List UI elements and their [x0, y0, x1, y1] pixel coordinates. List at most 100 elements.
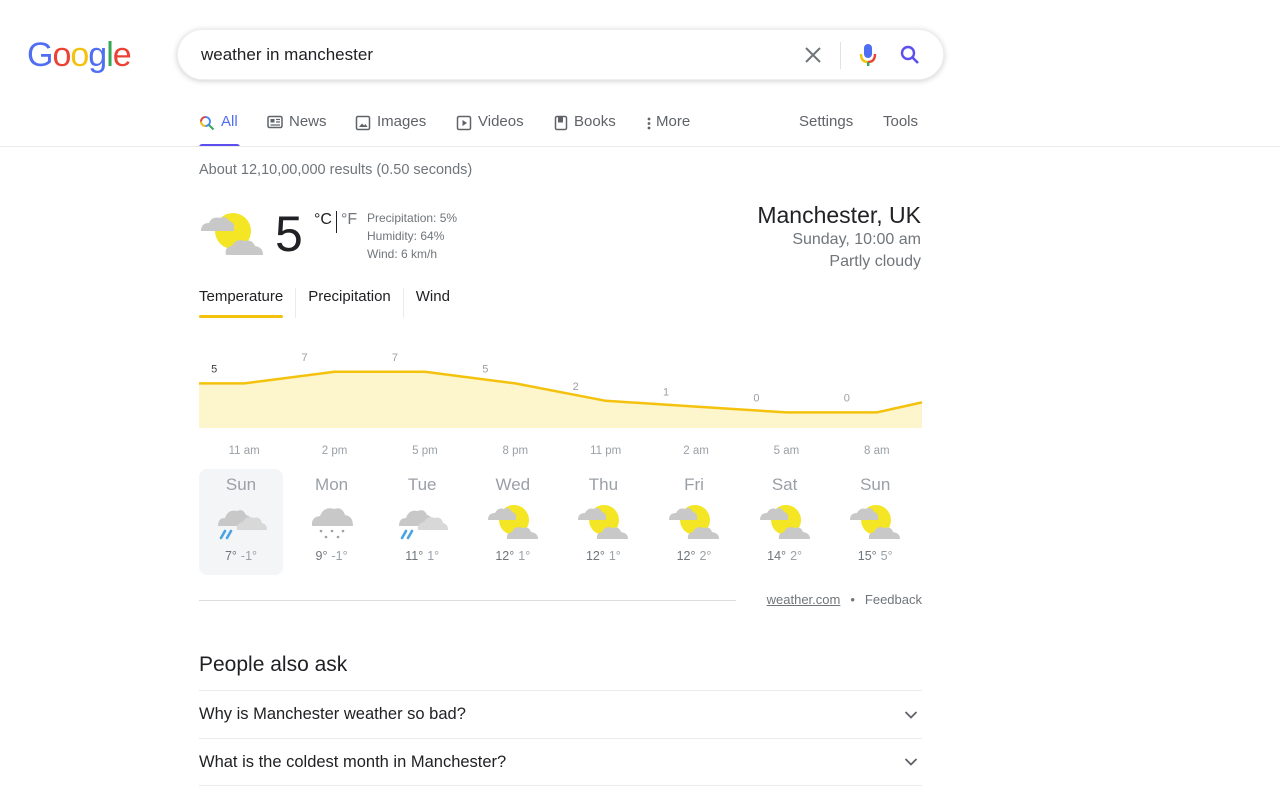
search-icon: [900, 45, 919, 64]
high-temp: 15°: [857, 549, 877, 563]
chart-x-tick-label: 11 pm: [590, 445, 621, 457]
voice-search-button[interactable]: [854, 41, 882, 69]
location-title: Manchester, UK: [757, 202, 921, 228]
more-vertical-icon: [647, 117, 651, 130]
image-icon: [355, 115, 371, 131]
day-temps: 7° -1°: [199, 549, 283, 563]
settings-link[interactable]: Settings: [799, 113, 853, 130]
celsius-toggle[interactable]: °C: [314, 211, 332, 229]
day-forecast-tue[interactable]: Tue 11° 1°: [380, 469, 464, 575]
day-name: Sat: [771, 475, 798, 494]
day-temps: 11° 1°: [380, 549, 464, 563]
tab-videos[interactable]: Videos: [456, 110, 524, 147]
question-text: What is the coldest month in Manchester?: [199, 752, 507, 771]
search-tabs: All News Images Videos Books More Settin…: [199, 110, 921, 147]
google-logo[interactable]: Google: [27, 36, 132, 75]
result-stats: About 12,10,00,000 results (0.50 seconds…: [199, 162, 473, 178]
day-name: Tue: [407, 475, 437, 494]
weather-datetime: Sunday, 10:00 am: [792, 231, 921, 248]
partly-cloudy-icon: [833, 499, 917, 543]
low-temp: 1°: [608, 549, 621, 563]
search-input[interactable]: [201, 44, 761, 66]
logo-letter: o: [52, 36, 71, 74]
rain-icon: [380, 499, 464, 543]
weather-tabs: Temperature Precipitation Wind: [199, 288, 462, 318]
fahrenheit-toggle[interactable]: °F: [341, 211, 357, 229]
temperature-chart[interactable]: 5 11 am 7 2 pm 7 5 pm 5 8 pm 2 11 pm 1 2 am 0 5 am 0 8 …: [199, 352, 923, 460]
precipitation-detail: Precipitation: 5%: [367, 211, 458, 225]
chart-x-tick-label: 5 am: [774, 445, 800, 457]
day-forecast-sat[interactable]: Sat 14° 2°: [743, 469, 827, 575]
feedback-link[interactable]: Feedback: [865, 592, 922, 607]
chart-data-label: 7: [302, 352, 308, 364]
day-forecast-sun[interactable]: Sun 15° 5°: [833, 469, 917, 575]
day-name: Sun: [225, 475, 257, 494]
people-also-ask-title: People also ask: [199, 653, 348, 676]
footer-dot: •: [850, 592, 855, 607]
tab-more[interactable]: More: [646, 110, 690, 147]
day-temps: 15° 5°: [833, 549, 917, 563]
day-name: Mon: [315, 475, 349, 494]
chart-x-tick-label: 2 pm: [322, 445, 348, 457]
question-item[interactable]: Why is Manchester weather so bad?: [199, 690, 922, 738]
day-forecast-fri[interactable]: Fri 12° 2°: [652, 469, 736, 575]
tab-label: Images: [377, 113, 427, 130]
low-temp: 1°: [427, 549, 440, 563]
clear-search-button[interactable]: [800, 42, 826, 68]
weather-location: Manchester, UK Sunday, 10:00 am Partly c…: [757, 201, 921, 273]
high-temp: 14°: [767, 549, 787, 563]
high-temp: 12°: [495, 549, 515, 563]
day-forecast-wed[interactable]: Wed 12° 1°: [471, 469, 555, 575]
current-temperature: 5: [275, 206, 303, 262]
weather-tab-wind[interactable]: Wind: [402, 288, 462, 318]
day-temps: 12° 2°: [652, 549, 736, 563]
day-temps: 14° 2°: [743, 549, 827, 563]
chart-area: [199, 371, 922, 428]
low-temp: 2°: [790, 549, 803, 563]
weather-tab-temperature[interactable]: Temperature: [199, 288, 295, 318]
chart-data-label: 0: [753, 392, 759, 404]
weather-footer-divider: [199, 600, 736, 601]
tab-books[interactable]: Books: [554, 110, 616, 147]
low-temp: 1°: [518, 549, 531, 563]
weather-source-link[interactable]: weather.com: [767, 592, 841, 607]
tab-label: News: [289, 113, 327, 130]
close-icon: [805, 47, 821, 63]
snow-icon: [290, 499, 374, 543]
temperature-chart-svg: 5 11 am 7 2 pm 7 5 pm 5 8 pm 2 11 pm 1 2 am 0 5 am 0 8 …: [199, 352, 923, 457]
search-button[interactable]: [896, 41, 924, 69]
low-temp: -1°: [331, 549, 348, 563]
daily-forecast: Sun 7° -1° Mon 9° -1° Tue 11° 1° Wed 12° 1° Thu 12° 1°…: [199, 469, 923, 575]
high-temp: 11°: [405, 549, 424, 563]
tab-news[interactable]: News: [267, 110, 327, 147]
search-box: [177, 29, 944, 80]
header-divider: [0, 146, 1280, 147]
day-name: Thu: [588, 475, 619, 494]
question-item[interactable]: What is the coldest month in Manchester?: [199, 738, 922, 786]
tab-label: All: [221, 113, 238, 130]
day-forecast-thu[interactable]: Thu 12° 1°: [561, 469, 645, 575]
weather-details: Precipitation: 5% Humidity: 64% Wind: 6 …: [367, 209, 457, 263]
day-forecast-mon[interactable]: Mon 9° -1°: [290, 469, 374, 575]
weather-tab-precipitation[interactable]: Precipitation: [295, 288, 403, 318]
day-name: Sun: [860, 475, 891, 494]
tools-link[interactable]: Tools: [883, 113, 918, 130]
partly-cloudy-icon: [200, 209, 264, 262]
day-forecast-sun[interactable]: Sun 7° -1°: [199, 469, 283, 575]
high-temp: 12°: [585, 549, 605, 563]
chart-data-label: 5: [211, 363, 217, 375]
tab-all[interactable]: All: [199, 110, 240, 147]
chart-x-tick-label: 11 am: [229, 445, 260, 457]
unit-toggle: °C °F: [314, 211, 357, 233]
chevron-down-icon: [904, 710, 918, 719]
chart-x-tick-label: 5 pm: [412, 445, 438, 457]
unit-separator: [335, 211, 337, 233]
day-name: Fri: [684, 475, 704, 494]
rain-icon: [199, 499, 283, 543]
weather-footer: weather.com • Feedback: [767, 592, 922, 607]
chart-data-label: 1: [663, 387, 669, 399]
chart-data-label: 7: [392, 352, 398, 364]
tab-images[interactable]: Images: [355, 110, 426, 147]
high-temp: 7°: [224, 549, 237, 563]
logo-letter: g: [88, 36, 107, 74]
